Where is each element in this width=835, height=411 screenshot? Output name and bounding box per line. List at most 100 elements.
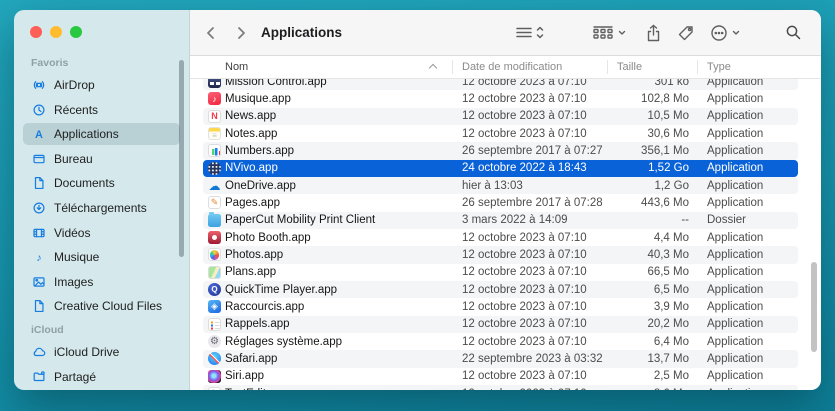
more-icon <box>709 24 741 42</box>
file-date: 26 septembre 2017 à 07:28 <box>452 197 607 209</box>
file-date: 24 octobre 2022 à 18:43 <box>452 162 607 174</box>
minimize-button[interactable] <box>50 26 62 38</box>
file-date: 12 octobre 2023 à 07:10 <box>452 266 607 278</box>
file-row[interactable]: NVivo.app24 octobre 2022 à 18:431,52 GoA… <box>203 160 798 177</box>
file-date: 12 octobre 2023 à 07:10 <box>452 93 607 105</box>
sidebar-item-telechargements[interactable]: Téléchargements <box>23 197 180 219</box>
file-name: PaperCut Mobility Print Client <box>225 214 375 226</box>
file-name: TextEdit.app <box>225 388 288 390</box>
rappels-icon <box>208 318 221 331</box>
file-row[interactable]: News.app12 octobre 2023 à 07:1010,5 MoAp… <box>203 108 798 125</box>
document-icon <box>31 176 47 190</box>
file-type: Application <box>697 301 798 313</box>
file-row[interactable]: Pages.app26 septembre 2017 à 07:28443,6 … <box>203 194 798 211</box>
file-row[interactable]: Siri.app12 octobre 2023 à 07:102,5 MoApp… <box>203 368 798 385</box>
file-size: 1,52 Go <box>607 162 697 174</box>
column-header-taille[interactable]: Taille <box>617 56 642 78</box>
close-button[interactable] <box>30 26 42 38</box>
more-button[interactable] <box>709 10 741 55</box>
file-row[interactable]: Réglages système.app12 octobre 2023 à 07… <box>203 333 798 350</box>
file-row[interactable]: Mission Control.app12 octobre 2023 à 07:… <box>203 79 798 90</box>
file-row[interactable]: TextEdit.app12 octobre 2023 à 07:108,6 M… <box>203 385 798 390</box>
file-name-cell: Safari.app <box>203 350 452 367</box>
file-row[interactable]: Photos.app12 octobre 2023 à 07:1040,3 Mo… <box>203 246 798 263</box>
sidebar-item-documents[interactable]: Documents <box>23 172 180 194</box>
column-separator[interactable] <box>697 60 698 74</box>
download-icon <box>31 201 47 215</box>
view-mode-button[interactable] <box>515 10 545 55</box>
main-pane: Applications Nom Date de <box>190 10 821 390</box>
file-type: Application <box>697 180 798 192</box>
file-type: Application <box>697 232 798 244</box>
file-type: Dossier <box>697 214 798 226</box>
file-name: Photo Booth.app <box>225 232 311 244</box>
sidebar-item-applications[interactable]: AApplications <box>23 123 180 145</box>
file-name-cell: Plans.app <box>203 264 452 281</box>
file-date: 12 octobre 2023 à 07:10 <box>452 336 607 348</box>
traffic-lights <box>30 26 82 38</box>
sidebar-item-label: Creative Cloud Files <box>54 299 162 313</box>
sidebar-scrollbar[interactable] <box>179 60 184 257</box>
sidebar-item-airdrop[interactable]: AirDrop <box>23 74 180 96</box>
file-name: OneDrive.app <box>225 180 296 192</box>
column-header-date[interactable]: Date de modification <box>462 56 562 78</box>
file-row[interactable]: Plans.app12 octobre 2023 à 07:1066,5 MoA… <box>203 264 798 281</box>
folder-icon <box>208 214 221 227</box>
file-row[interactable]: Rappels.app12 octobre 2023 à 07:1020,2 M… <box>203 316 798 333</box>
svg-text:♪: ♪ <box>36 252 41 264</box>
file-row[interactable]: Notes.app12 octobre 2023 à 07:1030,6 MoA… <box>203 125 798 142</box>
sidebar-item-musique[interactable]: ♪Musique <box>23 246 180 268</box>
file-row[interactable]: Photo Booth.app12 octobre 2023 à 07:104,… <box>203 229 798 246</box>
file-date: 12 octobre 2023 à 07:10 <box>452 232 607 244</box>
share-button[interactable] <box>645 10 662 55</box>
sidebar-item-videos[interactable]: Vidéos <box>23 222 180 244</box>
file-type: Application <box>697 388 798 390</box>
column-header-type[interactable]: Type <box>707 56 731 78</box>
raccourcis-icon <box>208 300 221 313</box>
forward-icon <box>233 25 249 41</box>
share-icon <box>645 24 662 42</box>
back-button[interactable] <box>203 10 219 55</box>
file-date: 12 octobre 2023 à 07:10 <box>452 388 607 390</box>
musique-icon <box>208 92 221 105</box>
file-size: 30,6 Mo <box>607 128 697 140</box>
textedit-icon <box>208 387 221 390</box>
zoom-button[interactable] <box>70 26 82 38</box>
file-row[interactable]: Safari.app22 septembre 2023 à 03:3213,7 … <box>203 350 798 367</box>
tag-button[interactable] <box>677 10 695 55</box>
sidebar-sections: FavorisAirDropRécentsAApplicationsBureau… <box>14 10 189 388</box>
sidebar-item-creative-cloud-files[interactable]: Creative Cloud Files <box>23 295 180 317</box>
forward-button[interactable] <box>233 10 249 55</box>
file-date: 22 septembre 2023 à 03:32 <box>452 353 607 365</box>
sidebar-item-label: Récents <box>54 103 98 117</box>
sidebar-item-bureau[interactable]: Bureau <box>23 148 180 170</box>
file-size: -- <box>607 214 697 226</box>
file-name: NVivo.app <box>225 162 278 174</box>
file-type: Application <box>697 284 798 296</box>
column-separator[interactable] <box>607 60 608 74</box>
column-separator[interactable] <box>452 60 453 74</box>
file-row[interactable]: Numbers.app26 septembre 2017 à 07:27356,… <box>203 142 798 159</box>
file-size: 66,5 Mo <box>607 266 697 278</box>
photos-icon <box>208 248 221 261</box>
file-row[interactable]: Raccourcis.app12 octobre 2023 à 07:103,9… <box>203 298 798 315</box>
column-header-nom[interactable]: Nom <box>225 56 248 78</box>
file-name: QuickTime Player.app <box>225 284 337 296</box>
file-row[interactable]: OneDrive.apphier à 13:031,2 GoApplicatio… <box>203 177 798 194</box>
file-type: Application <box>697 145 798 157</box>
file-row[interactable]: ›PaperCut Mobility Print Client3 mars 20… <box>203 212 798 229</box>
file-date: 12 octobre 2023 à 07:10 <box>452 128 607 140</box>
sidebar-item-recents[interactable]: Récents <box>23 99 180 121</box>
siri-icon <box>208 370 221 383</box>
file-row[interactable]: QuickTime Player.app12 octobre 2023 à 07… <box>203 281 798 298</box>
sidebar-item-icloud-drive[interactable]: iCloud Drive <box>23 341 180 363</box>
file-row[interactable]: Musique.app12 octobre 2023 à 07:10102,8 … <box>203 90 798 107</box>
file-type: Application <box>697 318 798 330</box>
sidebar-item-images[interactable]: Images <box>23 271 180 293</box>
file-size: 2,5 Mo <box>607 370 697 382</box>
group-button[interactable] <box>591 10 627 55</box>
list-scrollbar[interactable] <box>811 262 817 352</box>
file-type: Application <box>697 79 798 88</box>
search-button[interactable] <box>785 10 802 55</box>
sidebar-item-partage[interactable]: Partagé <box>23 366 180 388</box>
